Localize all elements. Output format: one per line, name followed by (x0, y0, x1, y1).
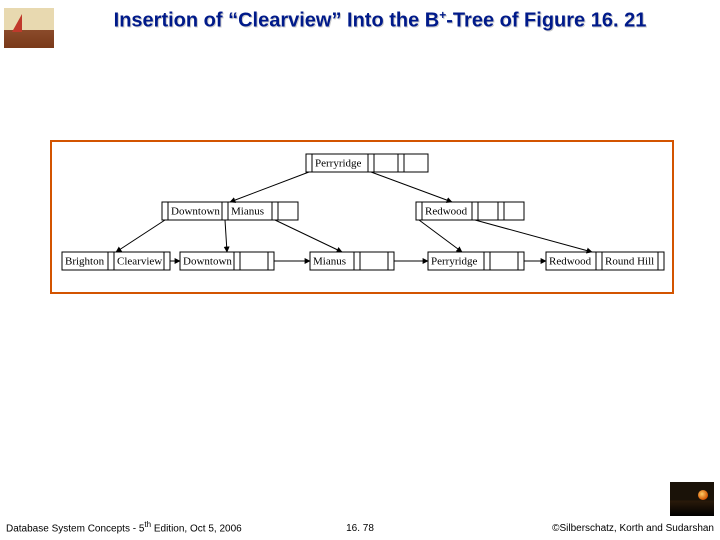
btree-leaf-node-2: Mianus (310, 252, 394, 270)
btree-internal-node-0: Downtown Mianus (162, 202, 298, 220)
btree-leaf-node-1: Downtown (180, 252, 274, 270)
logo-sailboat (4, 8, 54, 48)
ptr-int0-leaf1 (225, 220, 227, 252)
leaf-1-key-0: Downtown (183, 256, 232, 268)
internal-0-key-1: Mianus (231, 206, 264, 218)
copyright: ©Silberschatz, Korth and Sudarshan (552, 523, 714, 534)
leaf-0-key-0: Brighton (65, 256, 105, 268)
slide-number: 16. 78 (346, 523, 374, 534)
internal-0-key-0: Downtown (171, 206, 220, 218)
btree-leaf-node-0: Brighton Clearview (62, 252, 170, 270)
btree-internal-node-1: Redwood (416, 202, 524, 220)
ptr-int1-leaf3 (419, 220, 462, 252)
ptr-int1-leaf4 (475, 220, 592, 252)
leaf-0-key-1: Clearview (117, 256, 162, 268)
ptr-int0-leaf2 (275, 220, 342, 252)
btree-figure: Perryridge Downtown Mianus (50, 140, 674, 294)
logo-sunset (670, 482, 714, 516)
btree-leaf-node-3: Perryridge (428, 252, 524, 270)
btree-leaf-node-4: Redwood Round Hill (546, 252, 664, 270)
footer-right: ©Silberschatz, Korth and Sudarshan (552, 523, 714, 534)
title-text-post: -Tree of Figure 16. 21 (446, 10, 646, 32)
ptr-int0-leaf0 (116, 220, 165, 252)
btree-svg: Perryridge Downtown Mianus (52, 142, 672, 292)
slide-title: Insertion of “Clearview” Into the B+-Tre… (70, 8, 690, 34)
btree-root-node: Perryridge (306, 154, 428, 172)
ptr-root-to-internal-1 (371, 172, 452, 202)
footer: Database System Concepts - 5th Edition, … (0, 518, 720, 534)
internal-1-key-0: Redwood (425, 206, 468, 218)
root-key-0: Perryridge (315, 158, 362, 170)
leaf-4-key-0: Redwood (549, 256, 592, 268)
title-text-pre: Insertion of “Clearview” Into the B (114, 10, 440, 32)
leaf-3-key-0: Perryridge (431, 256, 478, 268)
leaf-2-key-0: Mianus (313, 256, 346, 268)
leaf-4-key-1: Round Hill (605, 256, 654, 268)
ptr-root-to-internal-0 (230, 172, 309, 202)
slide: Insertion of “Clearview” Into the B+-Tre… (0, 0, 720, 540)
